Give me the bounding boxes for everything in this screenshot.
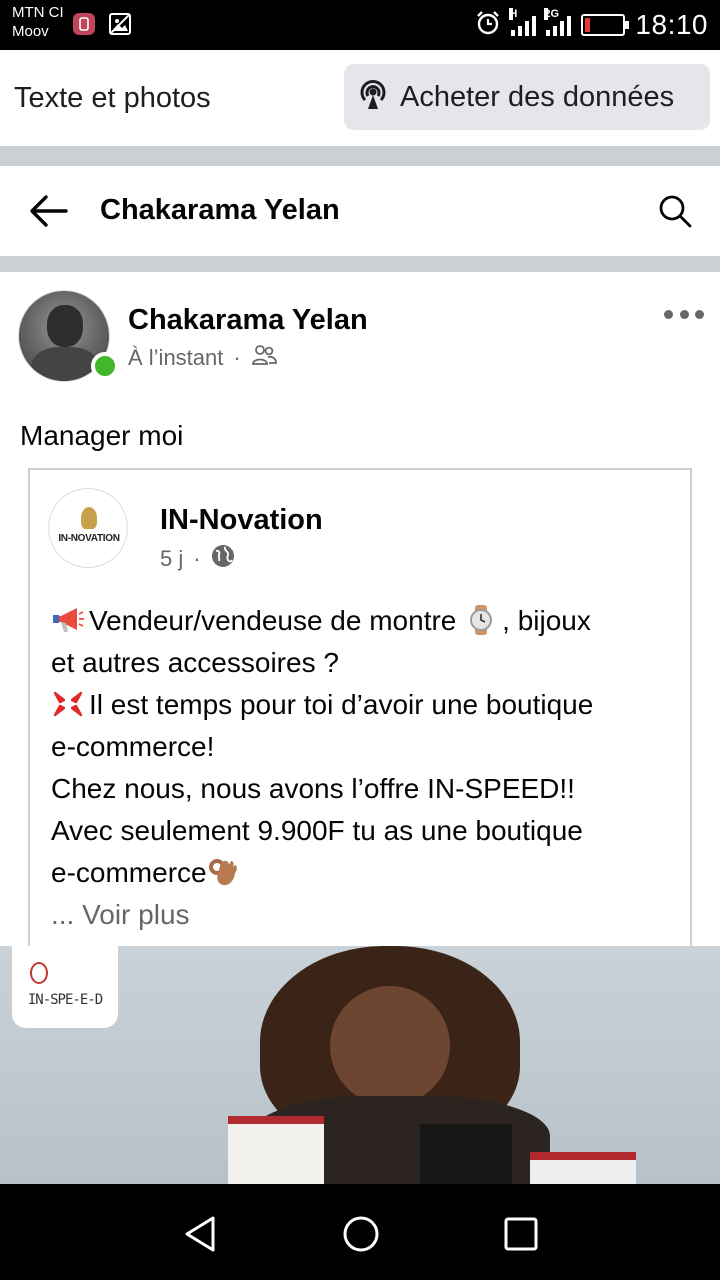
signal-1-icon: H (509, 8, 537, 36)
broadcast-icon (356, 78, 390, 117)
top-bar: Texte et photos Acheter des données (0, 50, 720, 146)
page-title: Chakarama Yelan (100, 194, 340, 226)
watch-emoji-icon (464, 605, 498, 635)
anger-emoji-icon (51, 689, 85, 719)
watch-box (530, 1152, 636, 1184)
friends-icon[interactable] (251, 344, 277, 372)
network-type-2: 2G (544, 8, 560, 20)
shared-line-3: Il est temps pour toi d’avoir une boutiq… (89, 689, 594, 720)
carrier-names: MTN CI Moov (12, 3, 64, 41)
network-type-1: H (509, 8, 518, 20)
shared-page-name[interactable]: IN-Novation (160, 504, 323, 537)
signal-2-icon: 2G (544, 8, 572, 36)
globe-icon (211, 544, 235, 574)
search-icon[interactable] (656, 192, 694, 230)
divider (0, 256, 720, 272)
page-logo[interactable]: IN-NOVATION (48, 488, 128, 568)
divider (0, 146, 720, 166)
shared-line-5: Chez nous, nous avons l’offre IN-SPEED!! (51, 773, 575, 804)
post-text: Manager moi (20, 420, 184, 451)
circle-home-icon[interactable] (341, 1214, 381, 1254)
in-speed-logo-badge: IN-SPE-E-D (12, 946, 118, 1028)
status-icons: H 2G 18:10 (475, 8, 708, 42)
shared-line-7: e-commerce (51, 857, 207, 888)
navigation-bar (0, 1184, 720, 1280)
post-card: Chakarama Yelan À l’instant · Manager mo… (0, 272, 720, 1184)
post-meta: À l’instant · (128, 344, 277, 372)
meta-separator: · (193, 546, 201, 571)
buy-data-label: Acheter des données (400, 80, 675, 113)
page-header: Chakarama Yelan (0, 166, 720, 256)
status-bar: MTN CI Moov H 2G 18:10 (0, 0, 720, 50)
online-status-dot (91, 352, 119, 380)
shared-line-6: Avec seulement 9.900F tu as une boutique (51, 815, 583, 846)
shared-post-photo[interactable]: IN-SPE-E-D (0, 946, 720, 1184)
clock: 18:10 (635, 9, 708, 40)
buy-data-button[interactable]: Acheter des données (344, 64, 710, 130)
shared-line-4: e-commerce! (51, 731, 215, 762)
notification-app-icon (72, 12, 96, 36)
alarm-icon (475, 10, 501, 41)
badge-text: IN-SPE-E-D (27, 992, 103, 1008)
see-more-link[interactable]: ... Voir plus (51, 894, 681, 936)
shared-post-time: 5 j (160, 546, 184, 571)
shared-line-2: et autres accessoires ? (51, 647, 339, 678)
watch-box (420, 1124, 512, 1184)
shared-line-1b: , bijoux (502, 605, 591, 636)
megaphone-emoji-icon (51, 605, 85, 635)
battery-icon (581, 14, 630, 36)
meta-separator: · (233, 345, 241, 370)
triangle-back-icon[interactable] (181, 1214, 221, 1254)
watch-box (228, 1116, 324, 1184)
shared-post-meta: 5 j · (160, 544, 235, 574)
post-author[interactable]: Chakarama Yelan (128, 304, 368, 337)
gallery-notification-icon (108, 12, 132, 36)
post-time: À l’instant (128, 345, 224, 370)
shared-post-text: Vendeur/vendeuse de montre , bijoux et a… (51, 600, 681, 936)
more-options-icon[interactable] (664, 310, 704, 324)
carrier-2: Moov (12, 23, 49, 40)
page-logo-text: IN-NOVATION (58, 533, 120, 544)
top-bar-title: Texte et photos (14, 82, 211, 114)
carrier-1: MTN CI (12, 4, 64, 21)
ok-hand-emoji-icon (207, 857, 241, 887)
shared-line-1: Vendeur/vendeuse de montre (89, 605, 465, 636)
square-recents-icon[interactable] (501, 1214, 541, 1254)
back-arrow-icon[interactable] (28, 193, 68, 229)
